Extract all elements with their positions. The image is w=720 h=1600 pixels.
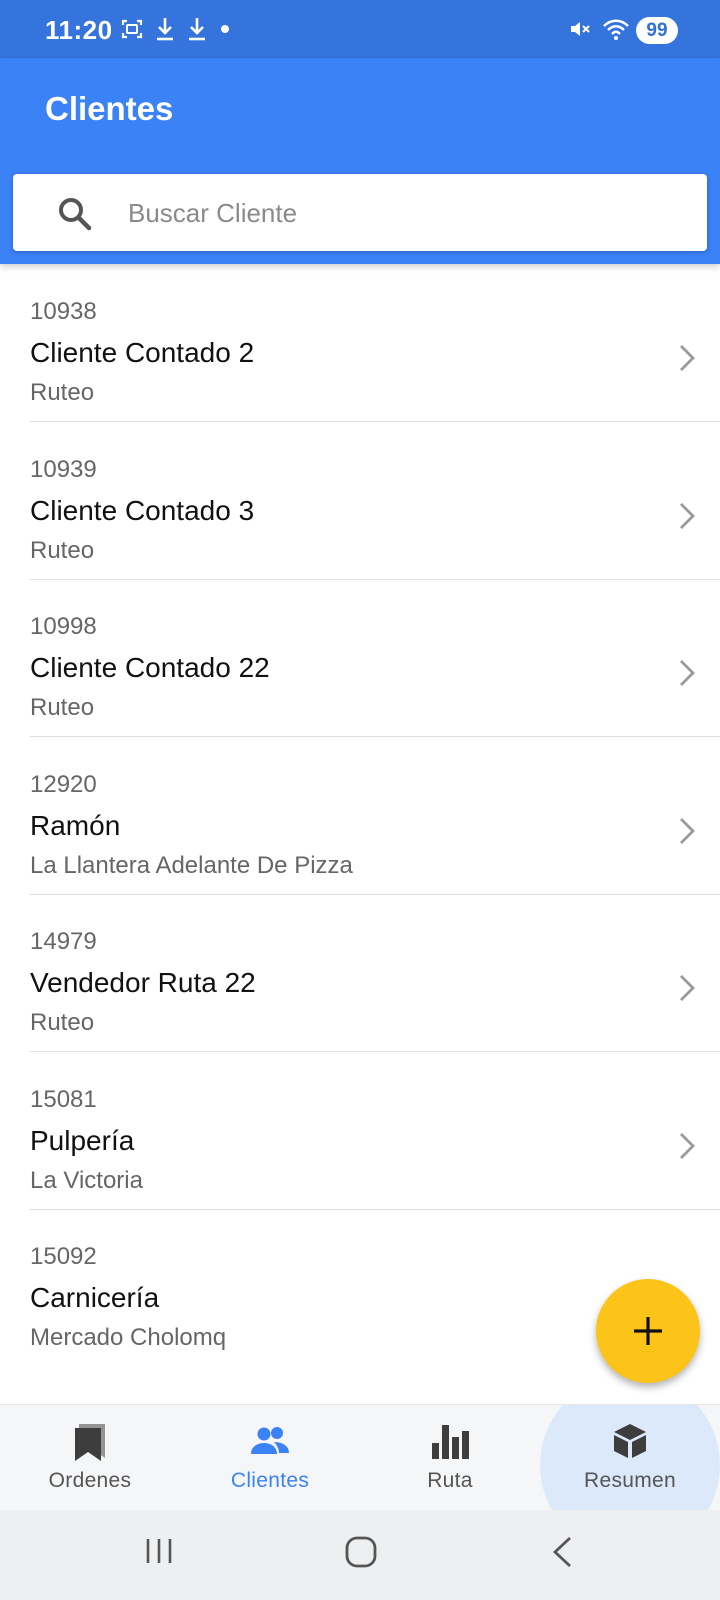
mute-icon <box>571 22 590 36</box>
client-code: 10938 <box>30 298 97 325</box>
add-client-button[interactable] <box>596 1279 700 1383</box>
chevron-right-icon <box>680 345 695 371</box>
list-item[interactable]: 10939 Cliente Contado 3 Ruteo <box>30 422 720 580</box>
chevron-right-icon <box>680 503 695 529</box>
client-name: Vendedor Ruta 22 <box>30 967 256 998</box>
bookmarks-icon <box>75 1424 105 1461</box>
client-code: 10939 <box>30 456 97 483</box>
search-bar[interactable] <box>13 174 707 251</box>
recents-icon[interactable] <box>143 1535 175 1567</box>
page-title: Clientes <box>45 90 174 127</box>
nav-item-resumen[interactable]: Resumen <box>540 1405 720 1510</box>
download-icon <box>157 18 173 41</box>
client-address: Ruteo <box>30 1009 95 1036</box>
nav-item-ordenes[interactable]: Ordenes <box>0 1405 180 1510</box>
home-icon[interactable] <box>344 1535 378 1569</box>
client-address: Mercado Cholomq <box>30 1324 227 1351</box>
system-nav-bar <box>0 1510 720 1600</box>
list-item[interactable]: 12920 Ramón La Llantera Adelante De Pizz… <box>30 737 720 895</box>
download-icon <box>189 18 205 41</box>
app-bar: Clientes <box>0 58 720 264</box>
client-address: Ruteo <box>30 694 95 721</box>
battery-indicator: 99 <box>636 17 678 44</box>
nav-label: Resumen <box>584 1469 676 1492</box>
search-input[interactable] <box>128 192 668 234</box>
list-item[interactable]: 10938 Cliente Contado 2 Ruteo <box>30 264 720 422</box>
client-name: Ramón <box>30 810 121 841</box>
nav-item-clientes[interactable]: Clientes <box>180 1405 360 1510</box>
bar-chart-icon <box>432 1425 469 1459</box>
client-code: 15081 <box>30 1086 97 1113</box>
client-address: La Llantera Adelante De Pizza <box>30 852 353 879</box>
client-code: 10998 <box>30 613 97 640</box>
client-name: Pulpería <box>30 1125 135 1156</box>
plus-icon <box>634 1317 662 1345</box>
client-name: Carnicería <box>30 1282 160 1313</box>
client-address: Ruteo <box>30 537 95 564</box>
list-item[interactable]: 15081 Pulpería La Victoria <box>30 1052 720 1210</box>
status-bar: 11:20 99 <box>0 0 720 58</box>
client-name: Cliente Contado 2 <box>30 337 255 368</box>
nav-label: Ordenes <box>48 1469 132 1492</box>
client-list: 10938 Cliente Contado 2 Ruteo 10939 Clie… <box>0 264 720 1404</box>
nav-item-ruta[interactable]: Ruta <box>360 1405 540 1510</box>
status-left-icons <box>120 16 232 42</box>
client-name: Cliente Contado 3 <box>30 495 255 526</box>
box-icon <box>614 1424 646 1458</box>
people-icon <box>251 1427 289 1454</box>
chevron-right-icon <box>680 818 695 844</box>
client-code: 14979 <box>30 928 97 955</box>
back-icon[interactable] <box>550 1535 576 1569</box>
bottom-nav: Ordenes Clientes Ruta Resumen <box>0 1404 720 1510</box>
nav-label: Ruta <box>427 1469 473 1492</box>
client-code: 12920 <box>30 771 97 798</box>
dot-icon <box>221 25 229 33</box>
status-time: 11:20 <box>45 15 113 45</box>
screenshot-icon <box>121 19 143 39</box>
client-code: 15092 <box>30 1243 97 1270</box>
nav-label: Clientes <box>230 1469 310 1492</box>
client-name: Cliente Contado 22 <box>30 652 270 683</box>
chevron-right-icon <box>680 975 695 1001</box>
list-item[interactable]: 14979 Vendedor Ruta 22 Ruteo <box>30 894 720 1052</box>
wifi-icon <box>603 19 629 40</box>
chevron-right-icon <box>680 1133 695 1159</box>
search-icon <box>59 198 92 231</box>
chevron-right-icon <box>680 660 695 686</box>
client-address: La Victoria <box>30 1167 143 1194</box>
client-address: Ruteo <box>30 379 95 406</box>
list-item[interactable]: 10998 Cliente Contado 22 Ruteo <box>30 579 720 737</box>
